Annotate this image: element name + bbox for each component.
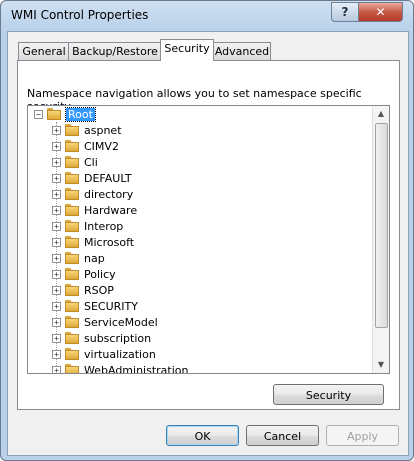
expand-icon[interactable]: +: [52, 157, 61, 167]
tab-backup-restore-label: Backup/Restore: [72, 45, 158, 58]
folder-icon: [65, 172, 79, 184]
tree-node-label[interactable]: RSOP: [84, 284, 114, 297]
tree-node-label[interactable]: directory: [84, 188, 133, 201]
tab-backup-restore[interactable]: Backup/Restore: [68, 42, 162, 60]
folder-icon: [65, 364, 79, 373]
expand-icon[interactable]: +: [52, 301, 61, 311]
folder-icon: [65, 140, 79, 152]
tree-node-label[interactable]: virtualization: [84, 348, 156, 361]
tree-node-servicemodel[interactable]: + ServiceModel: [52, 314, 158, 330]
tree-node-label[interactable]: Policy: [84, 268, 116, 281]
folder-icon: [65, 268, 79, 280]
tree-node-label[interactable]: Root: [65, 106, 96, 122]
expand-icon[interactable]: +: [52, 333, 61, 343]
folder-icon: [65, 284, 79, 296]
expand-icon[interactable]: +: [52, 317, 61, 327]
ok-button[interactable]: OK: [166, 425, 239, 446]
expand-icon[interactable]: +: [52, 205, 61, 215]
tree-node-virtualization[interactable]: + virtualization: [52, 346, 156, 362]
expand-icon[interactable]: +: [52, 285, 61, 295]
folder-icon: [65, 188, 79, 200]
tree-node-aspnet[interactable]: + aspnet: [52, 122, 122, 138]
help-icon: ?: [341, 5, 349, 19]
expand-icon[interactable]: +: [52, 349, 61, 359]
help-button[interactable]: ?: [331, 2, 359, 22]
tree-node-policy[interactable]: + Policy: [52, 266, 116, 282]
expand-icon[interactable]: +: [52, 221, 61, 231]
tree-node-label[interactable]: SECURITY: [84, 300, 138, 313]
security-button[interactable]: Security: [273, 384, 384, 405]
tree-node-label[interactable]: Cli: [84, 156, 98, 169]
expand-icon[interactable]: +: [52, 253, 61, 263]
tree-node-label[interactable]: WebAdministration: [84, 364, 188, 374]
folder-icon: [65, 204, 79, 216]
folder-icon: [65, 348, 79, 360]
tree-node-default[interactable]: + DEFAULT: [52, 170, 132, 186]
scroll-up-arrow-icon[interactable]: ▲: [373, 106, 389, 122]
security-tab-panel: Namespace navigation allows you to set n…: [17, 60, 400, 410]
tab-general[interactable]: General: [18, 42, 70, 60]
tree-node-label[interactable]: Interop: [84, 220, 123, 233]
expand-icon[interactable]: +: [52, 365, 61, 373]
expand-icon[interactable]: +: [52, 269, 61, 279]
apply-button[interactable]: Apply: [326, 425, 399, 446]
tree-node-cli[interactable]: + Cli: [52, 154, 98, 170]
tree-node-microsoft[interactable]: + Microsoft: [52, 234, 134, 250]
namespace-tree[interactable]: − Root + aspnet + CIMV2 + Cli + DEFAULT …: [27, 105, 390, 374]
tree-node-label[interactable]: subscription: [84, 332, 151, 345]
tree-node-security[interactable]: + SECURITY: [52, 298, 138, 314]
tab-advanced-label: Advanced: [214, 45, 270, 58]
window-title: WMI Control Properties: [11, 8, 149, 22]
folder-icon: [65, 252, 79, 264]
tree-node-label[interactable]: nap: [84, 252, 105, 265]
tree-node-label[interactable]: Microsoft: [84, 236, 134, 249]
title-bar[interactable]: WMI Control Properties ? ✕: [1, 1, 413, 31]
tab-security-label: Security: [164, 42, 210, 55]
tree-node-interop[interactable]: + Interop: [52, 218, 123, 234]
dialog-client-area: General Backup/Restore Security Advanced…: [7, 31, 409, 456]
tree-node-cimv2[interactable]: + CIMV2: [52, 138, 119, 154]
tab-general-label: General: [22, 45, 66, 58]
folder-icon: [65, 236, 79, 248]
expand-icon[interactable]: +: [52, 189, 61, 199]
folder-icon: [65, 300, 79, 312]
tree-node-nap[interactable]: + nap: [52, 250, 105, 266]
scrollbar-thumb[interactable]: [375, 123, 388, 328]
expand-icon[interactable]: +: [52, 125, 61, 135]
expand-icon[interactable]: +: [52, 173, 61, 183]
tree-node-label[interactable]: CIMV2: [84, 140, 119, 153]
tab-advanced[interactable]: Advanced: [213, 42, 271, 60]
scroll-down-arrow-icon[interactable]: ▼: [373, 357, 389, 373]
folder-icon: [65, 220, 79, 232]
close-button[interactable]: ✕: [358, 2, 403, 22]
tree-node-subscription[interactable]: + subscription: [52, 330, 151, 346]
tree-node-webadministration[interactable]: + WebAdministration: [52, 362, 188, 374]
folder-icon: [65, 316, 79, 328]
expand-icon[interactable]: +: [52, 237, 61, 247]
tree-node-label[interactable]: ServiceModel: [84, 316, 158, 329]
wmi-control-properties-window: WMI Control Properties ? ✕ General Backu…: [0, 0, 414, 461]
folder-icon: [65, 124, 79, 136]
folder-icon: [65, 332, 79, 344]
expand-icon[interactable]: +: [52, 141, 61, 151]
tree-node-label[interactable]: aspnet: [84, 124, 122, 137]
tree-vertical-scrollbar[interactable]: ▲ ▼: [372, 106, 389, 373]
tree-node-root[interactable]: − Root: [34, 106, 96, 122]
tree-node-hardware[interactable]: + Hardware: [52, 202, 137, 218]
folder-icon: [65, 156, 79, 168]
cancel-button[interactable]: Cancel: [246, 425, 319, 446]
folder-icon: [47, 108, 61, 120]
tab-security[interactable]: Security: [160, 39, 214, 61]
close-icon: ✕: [375, 5, 386, 19]
tree-node-directory[interactable]: + directory: [52, 186, 133, 202]
tree-node-label[interactable]: Hardware: [84, 204, 137, 217]
tree-node-label[interactable]: DEFAULT: [84, 172, 132, 185]
tree-node-rsop[interactable]: + RSOP: [52, 282, 114, 298]
collapse-icon[interactable]: −: [34, 109, 43, 119]
